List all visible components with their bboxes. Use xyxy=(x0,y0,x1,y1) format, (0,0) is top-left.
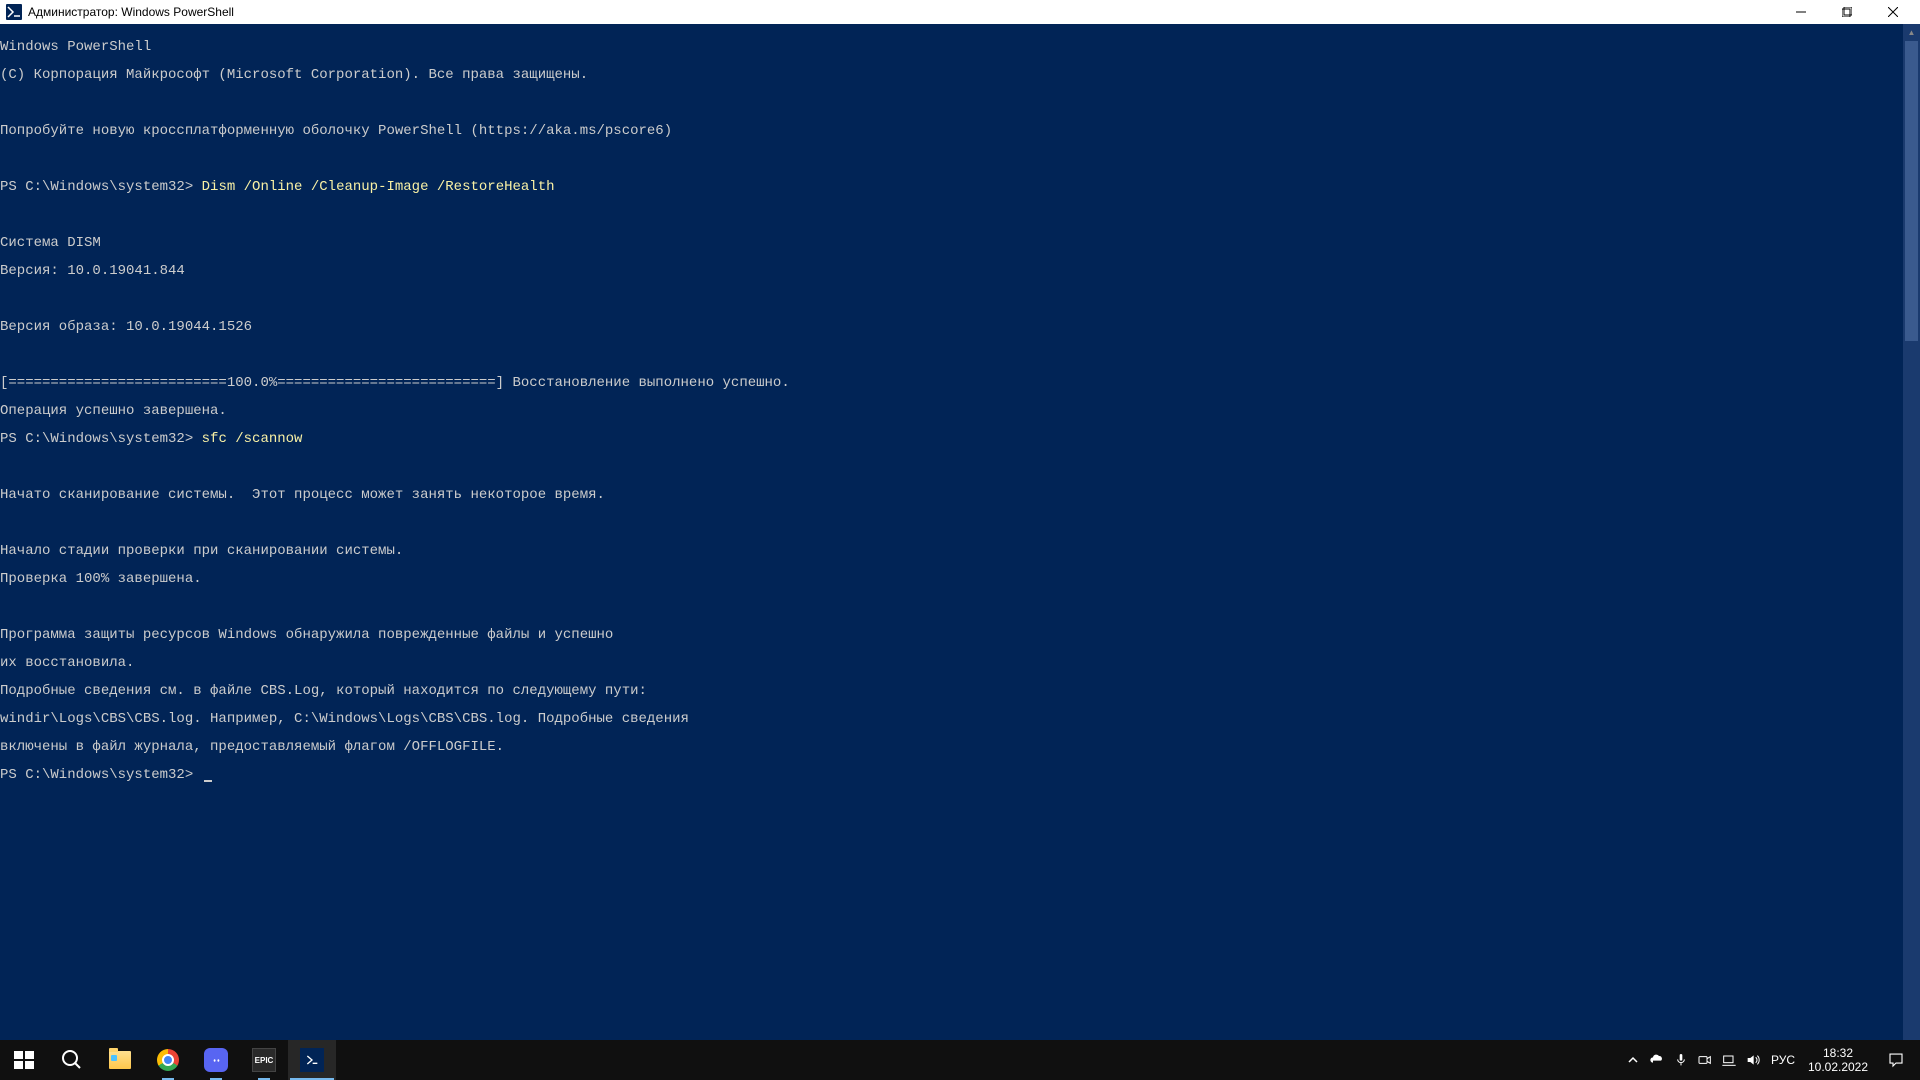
powershell-window: Администратор: Windows PowerShell Window… xyxy=(0,0,1920,1056)
output-line: Проверка 100% завершена. xyxy=(0,572,1920,586)
output-line: Версия: 10.0.19041.844 xyxy=(0,264,1920,278)
clock-date: 10.02.2022 xyxy=(1808,1060,1868,1074)
output-line: включены в файл журнала, предоставляемый… xyxy=(0,740,1920,754)
output-line: Начало стадии проверки при сканировании … xyxy=(0,544,1920,558)
network-icon[interactable] xyxy=(1718,1040,1740,1080)
output-line: Попробуйте новую кроссплатформенную обол… xyxy=(0,124,1920,138)
output-line: Операция успешно завершена. xyxy=(0,404,1920,418)
clock[interactable]: 18:32 10.02.2022 xyxy=(1802,1046,1874,1074)
epic-games-icon: EPIC xyxy=(252,1048,276,1072)
powershell-taskbar-icon xyxy=(300,1048,324,1072)
output-line: их восстановила. xyxy=(0,656,1920,670)
taskbar-chrome[interactable] xyxy=(144,1040,192,1080)
prompt-path: PS C:\Windows\system32> xyxy=(0,767,202,783)
onedrive-icon[interactable] xyxy=(1646,1040,1668,1080)
prompt-command: sfc /scannow xyxy=(202,431,303,447)
prompt-command: Dism /Online /Cleanup-Image /RestoreHeal… xyxy=(202,179,555,195)
terminal-output[interactable]: Windows PowerShell (C) Корпорация Майкро… xyxy=(0,24,1920,1056)
windows-icon xyxy=(12,1048,36,1072)
scrollbar[interactable]: ▲ ▼ xyxy=(1903,24,1920,1056)
language-indicator[interactable]: РУС xyxy=(1766,1040,1800,1080)
output-line: [==========================100.0%=======… xyxy=(0,376,1920,390)
prompt-line: PS C:\Windows\system32> sfc /scannow xyxy=(0,432,1920,446)
prompt-line: PS C:\Windows\system32> Dism /Online /Cl… xyxy=(0,180,1920,194)
prompt-line: PS C:\Windows\system32> xyxy=(0,768,1920,782)
close-button[interactable] xyxy=(1870,0,1916,24)
tray-overflow-button[interactable] xyxy=(1622,1040,1644,1080)
powershell-icon xyxy=(6,4,22,20)
output-line: windir\Logs\CBS\CBS.log. Например, C:\Wi… xyxy=(0,712,1920,726)
output-line xyxy=(0,96,1920,110)
cursor xyxy=(204,780,212,782)
microphone-icon[interactable] xyxy=(1670,1040,1692,1080)
output-line: Cистема DISM xyxy=(0,236,1920,250)
output-line xyxy=(0,348,1920,362)
output-line xyxy=(0,516,1920,530)
taskbar-file-explorer[interactable] xyxy=(96,1040,144,1080)
titlebar[interactable]: Администратор: Windows PowerShell xyxy=(0,0,1920,24)
taskbar: EPIC РУС 18:32 10.02.2022 xyxy=(0,1040,1920,1080)
output-line xyxy=(0,292,1920,306)
scroll-up-button[interactable]: ▲ xyxy=(1903,24,1920,41)
start-button[interactable] xyxy=(0,1040,48,1080)
folder-icon xyxy=(108,1048,132,1072)
discord-icon xyxy=(204,1048,228,1072)
output-line xyxy=(0,208,1920,222)
output-line: Начато сканирование системы. Этот процес… xyxy=(0,488,1920,502)
taskbar-discord[interactable] xyxy=(192,1040,240,1080)
system-tray: РУС 18:32 10.02.2022 xyxy=(1622,1040,1920,1080)
output-line: Windows PowerShell xyxy=(0,40,1920,54)
clock-time: 18:32 xyxy=(1823,1046,1853,1060)
output-line xyxy=(0,152,1920,166)
window-title: Администратор: Windows PowerShell xyxy=(28,5,234,19)
minimize-button[interactable] xyxy=(1778,0,1824,24)
scroll-thumb[interactable] xyxy=(1905,41,1918,341)
prompt-path: PS C:\Windows\system32> xyxy=(0,179,202,195)
output-line xyxy=(0,460,1920,474)
output-line: Программа защиты ресурсов Windows обнару… xyxy=(0,628,1920,642)
search-icon xyxy=(60,1048,84,1072)
search-button[interactable] xyxy=(48,1040,96,1080)
output-line: Подробные сведения см. в файле CBS.Log, … xyxy=(0,684,1920,698)
output-line: (C) Корпорация Майкрософт (Microsoft Cor… xyxy=(0,68,1920,82)
output-line xyxy=(0,600,1920,614)
meet-now-icon[interactable] xyxy=(1694,1040,1716,1080)
taskbar-powershell[interactable] xyxy=(288,1040,336,1080)
taskbar-epic-games[interactable]: EPIC xyxy=(240,1040,288,1080)
prompt-path: PS C:\Windows\system32> xyxy=(0,431,202,447)
scroll-track[interactable] xyxy=(1903,341,1920,1039)
output-line: Версия образа: 10.0.19044.1526 xyxy=(0,320,1920,334)
maximize-button[interactable] xyxy=(1824,0,1870,24)
volume-icon[interactable] xyxy=(1742,1040,1764,1080)
chrome-icon xyxy=(156,1048,180,1072)
action-center-button[interactable] xyxy=(1876,1051,1916,1069)
